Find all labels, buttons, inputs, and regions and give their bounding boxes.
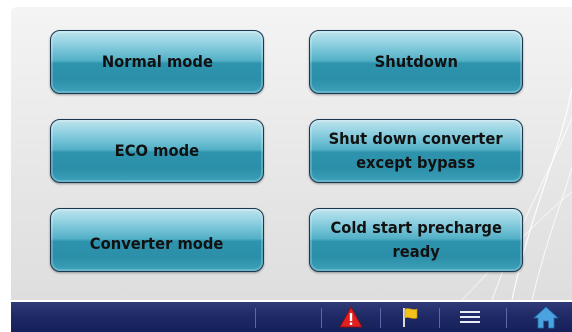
eco-mode-label: ECO mode	[114, 141, 200, 160]
taskbar-separator	[439, 308, 440, 328]
eco-mode-button[interactable]: ECO mode	[50, 119, 264, 183]
cold-start-precharge-label: Cold start precharge ready	[330, 218, 502, 261]
converter-mode-button[interactable]: Converter mode	[50, 208, 264, 272]
shutdown-button[interactable]: Shutdown	[309, 30, 523, 94]
home-icon[interactable]	[533, 305, 559, 329]
shut-down-converter-button[interactable]: Shut down converter except bypass	[309, 119, 523, 183]
taskbar-separator	[321, 308, 322, 328]
normal-mode-button[interactable]: Normal mode	[50, 30, 264, 94]
taskbar-separator	[255, 308, 256, 328]
cold-start-precharge-button[interactable]: Cold start precharge ready	[309, 208, 523, 272]
taskbar-separator	[506, 308, 507, 328]
event-flag-icon[interactable]	[397, 305, 423, 329]
converter-mode-label: Converter mode	[90, 234, 224, 253]
normal-mode-label: Normal mode	[101, 52, 213, 71]
menu-icon[interactable]	[457, 305, 483, 329]
bottom-taskbar	[11, 302, 572, 332]
alarm-warning-icon[interactable]	[338, 305, 364, 329]
shutdown-label: Shutdown	[374, 52, 458, 71]
shut-down-converter-label: Shut down converter except bypass	[328, 129, 503, 172]
taskbar-separator	[380, 308, 381, 328]
ups-mode-screen: Normal mode Shutdown ECO mode Shut down …	[0, 0, 572, 332]
